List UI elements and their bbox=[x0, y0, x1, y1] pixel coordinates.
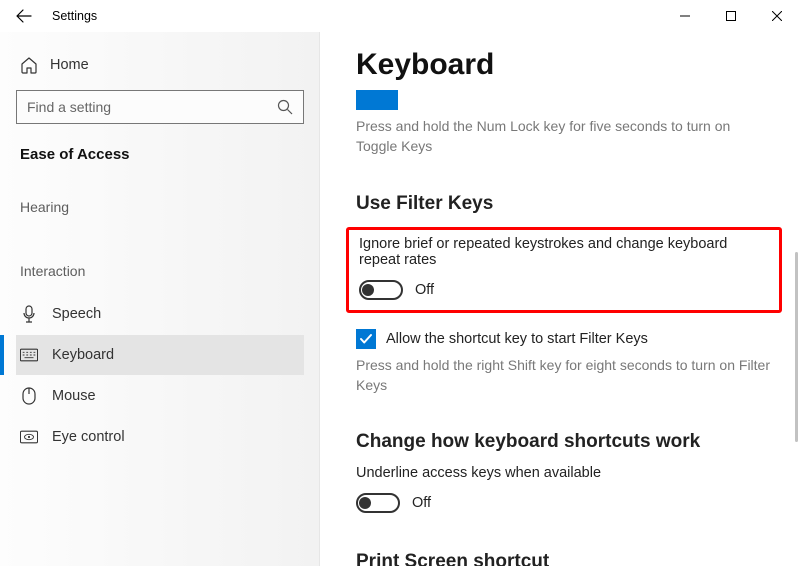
checkmark-icon bbox=[359, 332, 373, 346]
sidebar-item-label: Eye control bbox=[52, 429, 125, 445]
sidebar-item-mouse[interactable]: Mouse bbox=[16, 375, 304, 417]
section-print-screen: Print Screen shortcut bbox=[356, 551, 774, 566]
underline-keys-label: Underline access keys when available bbox=[356, 465, 774, 481]
home-label: Home bbox=[50, 57, 89, 73]
toggle-knob bbox=[359, 497, 371, 509]
window-title: Settings bbox=[52, 9, 97, 23]
filter-keys-toggle-label: Off bbox=[415, 282, 434, 298]
filter-keys-toggle[interactable] bbox=[359, 280, 403, 300]
underline-keys-toggle-label: Off bbox=[412, 495, 431, 511]
sidebar-item-label: Keyboard bbox=[52, 347, 114, 363]
keyboard-icon bbox=[20, 348, 38, 362]
sidebar-item-speech[interactable]: Speech bbox=[16, 293, 304, 335]
scrollbar-thumb[interactable] bbox=[795, 252, 798, 442]
back-button[interactable] bbox=[14, 6, 34, 26]
eye-control-icon bbox=[20, 430, 38, 444]
search-input[interactable] bbox=[27, 99, 277, 115]
sidebar-item-label: Mouse bbox=[52, 388, 96, 404]
sidebar-item-keyboard[interactable]: Keyboard bbox=[16, 335, 304, 375]
filter-keys-description: Ignore brief or repeated keystrokes and … bbox=[359, 236, 769, 268]
filter-keys-hint: Press and hold the right Shift key for e… bbox=[356, 355, 774, 396]
sidebar-item-home[interactable]: Home bbox=[16, 50, 304, 86]
microphone-icon bbox=[20, 305, 38, 323]
category-title: Ease of Access bbox=[16, 142, 304, 169]
content-pane: Keyboard Press and hold the Num Lock key… bbox=[320, 32, 800, 566]
home-icon bbox=[20, 56, 38, 74]
toggle-knob bbox=[362, 284, 374, 296]
minimize-button[interactable] bbox=[662, 0, 708, 32]
section-shortcuts: Change how keyboard shortcuts work bbox=[356, 431, 774, 453]
toggle-keys-description: Press and hold the Num Lock key for five… bbox=[356, 116, 774, 157]
nav-group-hearing: Hearing bbox=[16, 169, 304, 229]
allow-shortcut-label: Allow the shortcut key to start Filter K… bbox=[386, 331, 648, 347]
close-button[interactable] bbox=[754, 0, 800, 32]
highlight-box: Ignore brief or repeated keystrokes and … bbox=[346, 227, 782, 313]
section-filter-keys: Use Filter Keys bbox=[356, 193, 774, 215]
nav-group-interaction: Interaction bbox=[16, 229, 304, 293]
allow-shortcut-checkbox[interactable] bbox=[356, 329, 376, 349]
maximize-button[interactable] bbox=[708, 0, 754, 32]
underline-keys-toggle[interactable] bbox=[356, 493, 400, 513]
close-icon bbox=[772, 11, 782, 21]
titlebar: Settings bbox=[0, 0, 800, 32]
truncated-toggle bbox=[356, 90, 398, 110]
search-icon bbox=[277, 99, 293, 115]
back-arrow-icon bbox=[16, 8, 32, 24]
sidebar-item-eye-control[interactable]: Eye control bbox=[16, 417, 304, 457]
mouse-icon bbox=[20, 387, 38, 405]
minimize-icon bbox=[680, 11, 690, 21]
search-box[interactable] bbox=[16, 90, 304, 124]
sidebar: Home Ease of Access Hearing Interaction … bbox=[0, 32, 320, 566]
sidebar-item-label: Speech bbox=[52, 306, 101, 322]
page-title: Keyboard bbox=[356, 48, 774, 82]
maximize-icon bbox=[726, 11, 736, 21]
